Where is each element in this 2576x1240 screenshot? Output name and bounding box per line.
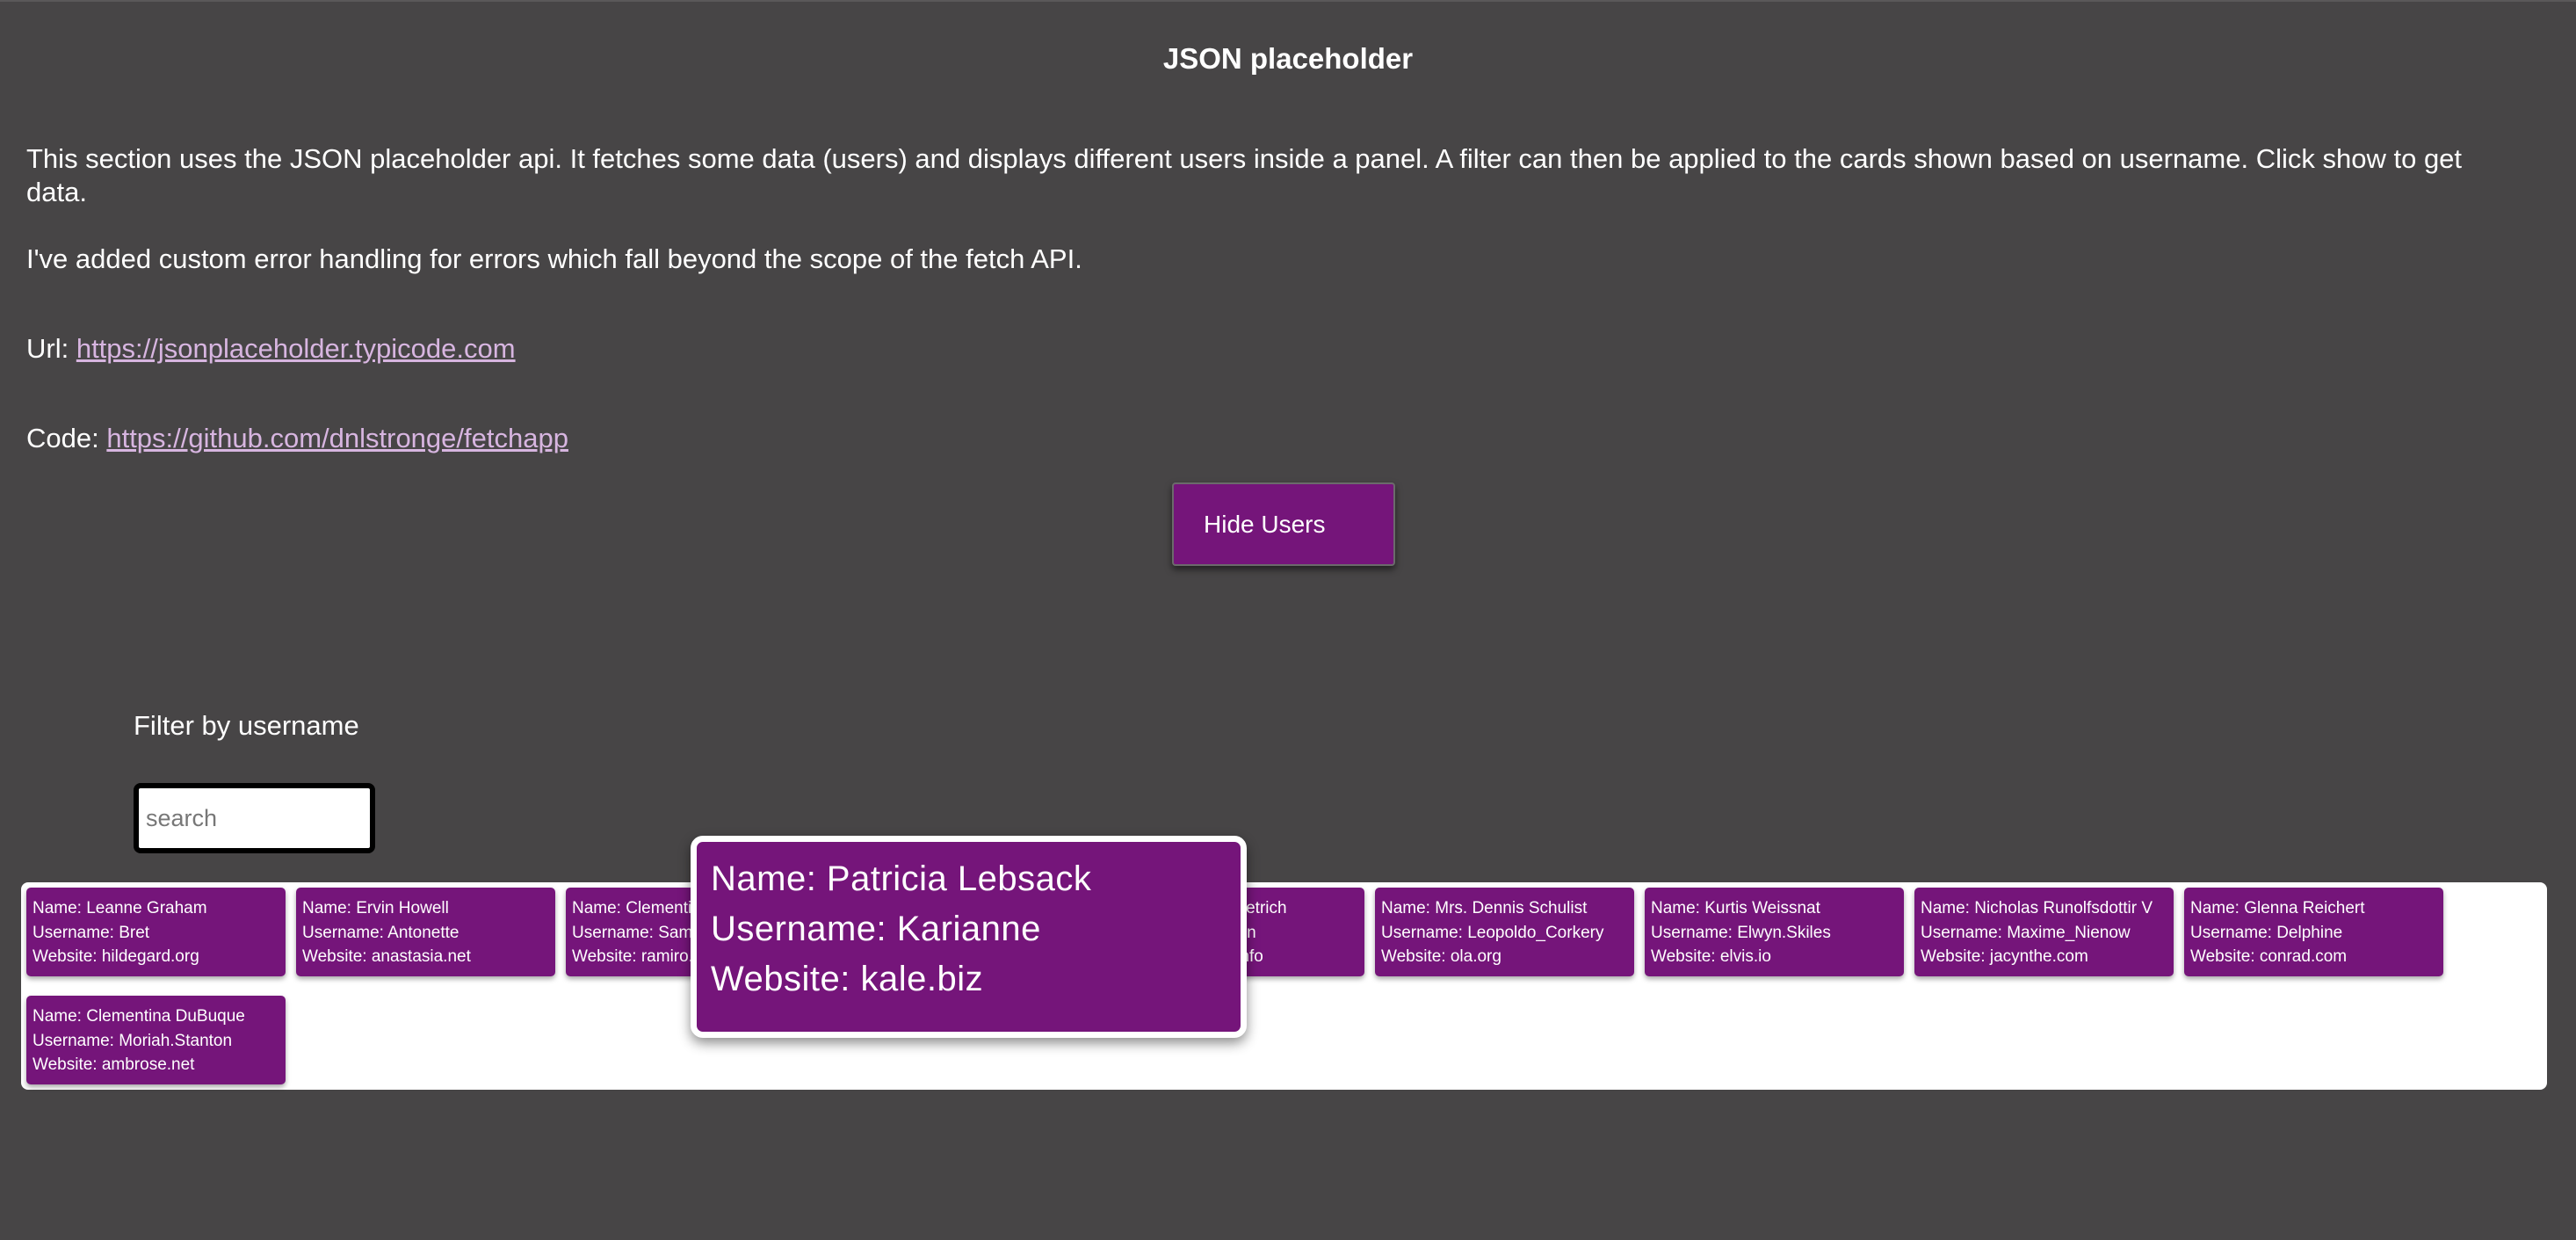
card-name: Name: Kurtis Weissnat <box>1651 899 1820 917</box>
error-handling-note: I've added custom error handling for err… <box>26 243 1082 274</box>
card-website: Website: elvis.io <box>1651 947 1771 966</box>
api-url-link[interactable]: https://jsonplaceholder.typicode.com <box>76 333 516 364</box>
hovered-user-card[interactable]: Name: Patricia Lebsack Username: Kariann… <box>691 836 1247 1038</box>
card-name: Name: Clementina DuBuque <box>33 1007 245 1026</box>
user-card[interactable]: Name: Ervin Howell Username: Antonette W… <box>296 888 555 976</box>
card-username: Username: Antonette <box>302 923 459 942</box>
card-name: Name: Mrs. Dennis Schulist <box>1381 899 1588 917</box>
hovered-card-name: Name: Patricia Lebsack <box>711 859 1092 898</box>
card-username: Username: Maxime_Nienow <box>1921 923 2131 942</box>
search-input[interactable] <box>134 783 375 853</box>
hovered-card-username: Username: Karianne <box>711 910 1041 948</box>
url-line: Url: https://jsonplaceholder.typicode.co… <box>26 332 2486 366</box>
page-title: JSON placeholder <box>1162 42 1414 75</box>
top-border <box>0 0 2576 2</box>
user-card[interactable]: Name: Glenna Reichert Username: Delphine… <box>2184 888 2443 976</box>
user-card[interactable]: Name: Clementina DuBuque Username: Moria… <box>26 996 286 1084</box>
card-username: Username: Elwyn.Skiles <box>1651 923 1831 942</box>
hide-users-button[interactable]: Hide Users <box>1172 482 1395 566</box>
user-card[interactable]: Name: Kurtis Weissnat Username: Elwyn.Sk… <box>1645 888 1904 976</box>
user-card[interactable]: Name: Nicholas Runolfsdottir V Username:… <box>1914 888 2174 976</box>
users-panel: Name: Leanne Graham Username: Bret Websi… <box>21 882 2547 1090</box>
card-username: Username: Bret <box>33 923 150 942</box>
card-name: Name: Ervin Howell <box>302 899 449 917</box>
card-website: Website: ola.org <box>1381 947 1501 966</box>
card-website: Website: ambrose.net <box>33 1055 195 1074</box>
card-name: Name: Nicholas Runolfsdottir V <box>1921 899 2153 917</box>
code-line: Code: https://github.com/dnlstronge/fetc… <box>26 422 2486 455</box>
code-repo-link[interactable]: https://github.com/dnlstronge/fetchapp <box>106 423 568 453</box>
card-username: Username: Moriah.Stanton <box>33 1031 233 1050</box>
card-website: Website: anastasia.net <box>302 947 471 966</box>
card-username: Username: Delphine <box>2190 923 2343 942</box>
code-label: Code: <box>26 423 107 453</box>
card-username: Username: Leopoldo_Corkery <box>1381 923 1604 942</box>
card-website: Website: jacynthe.com <box>1921 947 2088 966</box>
intro-text: This section uses the JSON placeholder a… <box>26 143 2463 207</box>
hovered-card-website: Website: kale.biz <box>711 960 984 998</box>
url-label: Url: <box>26 333 76 364</box>
card-name: Name: Leanne Graham <box>33 899 207 917</box>
card-website: Website: conrad.com <box>2190 947 2348 966</box>
filter-label: Filter by username <box>134 710 359 741</box>
user-card[interactable]: Name: Leanne Graham Username: Bret Websi… <box>26 888 286 976</box>
card-website: Website: hildegard.org <box>33 947 199 966</box>
user-card[interactable]: Name: Mrs. Dennis Schulist Username: Leo… <box>1375 888 1634 976</box>
card-name: Name: Glenna Reichert <box>2190 899 2365 917</box>
